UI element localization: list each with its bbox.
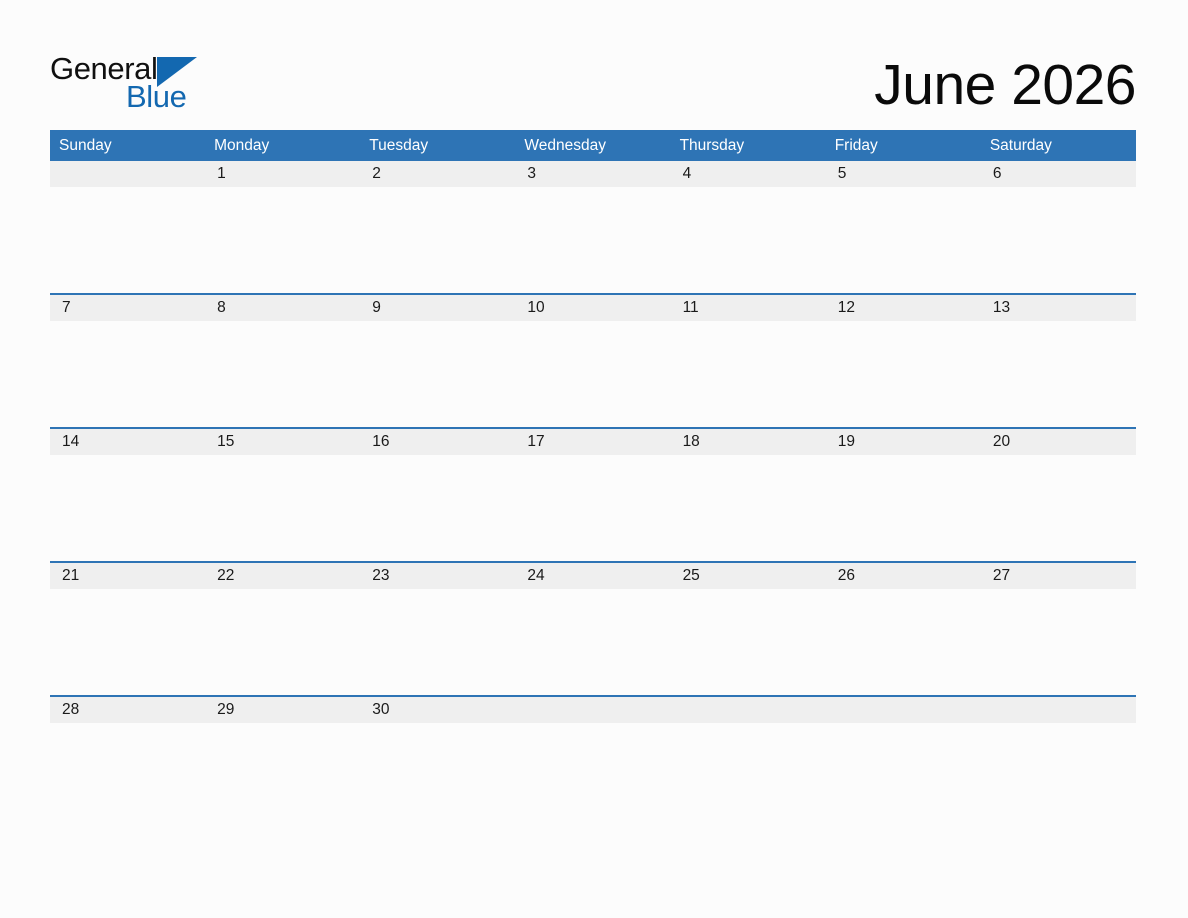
- weekday-header-monday: Monday: [214, 137, 270, 154]
- weekday-header-sunday: Sunday: [59, 137, 112, 154]
- week-row: 14 15 16 17 18 19 20: [50, 427, 1136, 561]
- day-number[interactable]: [50, 161, 205, 187]
- week-day-number-band: 21 22 23 24 25 26 27: [50, 563, 1136, 589]
- day-cell[interactable]: [360, 589, 515, 695]
- day-cell[interactable]: [515, 321, 670, 427]
- day-cell[interactable]: [515, 723, 670, 829]
- day-cell[interactable]: [826, 589, 981, 695]
- day-number[interactable]: 29: [205, 697, 360, 723]
- day-cell[interactable]: [205, 187, 360, 293]
- day-number[interactable]: 3: [515, 161, 670, 187]
- day-number[interactable]: 21: [50, 563, 205, 589]
- weekday-header-saturday: Saturday: [989, 137, 1052, 154]
- week-event-band: [50, 321, 1136, 427]
- day-number[interactable]: 16: [360, 429, 515, 455]
- day-number[interactable]: 15: [205, 429, 360, 455]
- day-cell[interactable]: [671, 455, 826, 561]
- day-cell[interactable]: [205, 321, 360, 427]
- day-cell[interactable]: [50, 187, 205, 293]
- day-number[interactable]: 9: [360, 295, 515, 321]
- day-number[interactable]: 25: [671, 563, 826, 589]
- day-cell[interactable]: [50, 321, 205, 427]
- day-number[interactable]: [981, 697, 1136, 723]
- week-day-number-band: 1 2 3 4 5 6: [50, 161, 1136, 187]
- day-cell[interactable]: [50, 723, 205, 829]
- week-row: 1 2 3 4 5 6: [50, 161, 1136, 293]
- day-cell[interactable]: [50, 589, 205, 695]
- day-cell[interactable]: [981, 723, 1136, 829]
- weekday-header-wednesday: Wednesday: [524, 137, 606, 154]
- day-cell[interactable]: [515, 187, 670, 293]
- day-number[interactable]: 30: [360, 697, 515, 723]
- day-cell[interactable]: [515, 589, 670, 695]
- day-number[interactable]: 19: [826, 429, 981, 455]
- day-number[interactable]: 8: [205, 295, 360, 321]
- day-number[interactable]: [671, 697, 826, 723]
- day-cell[interactable]: [826, 455, 981, 561]
- day-cell[interactable]: [981, 187, 1136, 293]
- weekday-header-friday: Friday: [834, 137, 878, 154]
- week-row: 7 8 9 10 11 12 13: [50, 293, 1136, 427]
- day-number[interactable]: 13: [981, 295, 1136, 321]
- weekday-header-row: Sunday Monday Tuesday Wednesday Thursday…: [50, 130, 1136, 161]
- day-cell[interactable]: [50, 455, 205, 561]
- day-cell[interactable]: [671, 321, 826, 427]
- day-cell[interactable]: [205, 589, 360, 695]
- week-row: 28 29 30: [50, 695, 1136, 829]
- day-number[interactable]: 18: [671, 429, 826, 455]
- week-day-number-band: 7 8 9 10 11 12 13: [50, 295, 1136, 321]
- day-cell[interactable]: [360, 187, 515, 293]
- day-cell[interactable]: [981, 321, 1136, 427]
- day-number[interactable]: 14: [50, 429, 205, 455]
- calendar-grid: Sunday Monday Tuesday Wednesday Thursday…: [50, 130, 1136, 829]
- day-number[interactable]: 11: [671, 295, 826, 321]
- day-number[interactable]: 24: [515, 563, 670, 589]
- day-number[interactable]: 2: [360, 161, 515, 187]
- logo-text-blue: Blue: [126, 79, 187, 114]
- week-row: 21 22 23 24 25 26 27: [50, 561, 1136, 695]
- day-cell[interactable]: [826, 187, 981, 293]
- day-cell[interactable]: [671, 589, 826, 695]
- page-title: June 2026: [874, 53, 1136, 117]
- day-number[interactable]: 12: [826, 295, 981, 321]
- day-cell[interactable]: [205, 723, 360, 829]
- day-cell[interactable]: [826, 723, 981, 829]
- day-number[interactable]: 10: [515, 295, 670, 321]
- week-event-band: [50, 723, 1136, 829]
- day-number[interactable]: 17: [515, 429, 670, 455]
- day-cell[interactable]: [671, 723, 826, 829]
- day-cell[interactable]: [981, 455, 1136, 561]
- day-number[interactable]: 1: [205, 161, 360, 187]
- day-cell[interactable]: [360, 321, 515, 427]
- day-number[interactable]: [515, 697, 670, 723]
- day-cell[interactable]: [205, 455, 360, 561]
- page-header: General Blue June 2026: [50, 48, 1136, 118]
- weekday-header-tuesday: Tuesday: [369, 137, 429, 154]
- week-event-band: [50, 589, 1136, 695]
- day-number[interactable]: 7: [50, 295, 205, 321]
- week-day-number-band: 14 15 16 17 18 19 20: [50, 429, 1136, 455]
- day-number[interactable]: 4: [671, 161, 826, 187]
- day-cell[interactable]: [826, 321, 981, 427]
- day-number[interactable]: [826, 697, 981, 723]
- week-day-number-band: 28 29 30: [50, 697, 1136, 723]
- week-event-band: [50, 455, 1136, 561]
- day-number[interactable]: 28: [50, 697, 205, 723]
- day-cell[interactable]: [671, 187, 826, 293]
- day-cell[interactable]: [515, 455, 670, 561]
- day-number[interactable]: 22: [205, 563, 360, 589]
- day-cell[interactable]: [360, 723, 515, 829]
- weekday-header-thursday: Thursday: [679, 137, 745, 154]
- general-blue-logo: General Blue: [50, 52, 197, 114]
- day-number[interactable]: 26: [826, 563, 981, 589]
- day-number[interactable]: 5: [826, 161, 981, 187]
- day-cell[interactable]: [981, 589, 1136, 695]
- day-cell[interactable]: [360, 455, 515, 561]
- day-number[interactable]: 6: [981, 161, 1136, 187]
- calendar-page: General Blue June 2026 Sunday Monday Tue…: [0, 0, 1188, 918]
- day-number[interactable]: 20: [981, 429, 1136, 455]
- day-number[interactable]: 27: [981, 563, 1136, 589]
- week-event-band: [50, 187, 1136, 293]
- day-number[interactable]: 23: [360, 563, 515, 589]
